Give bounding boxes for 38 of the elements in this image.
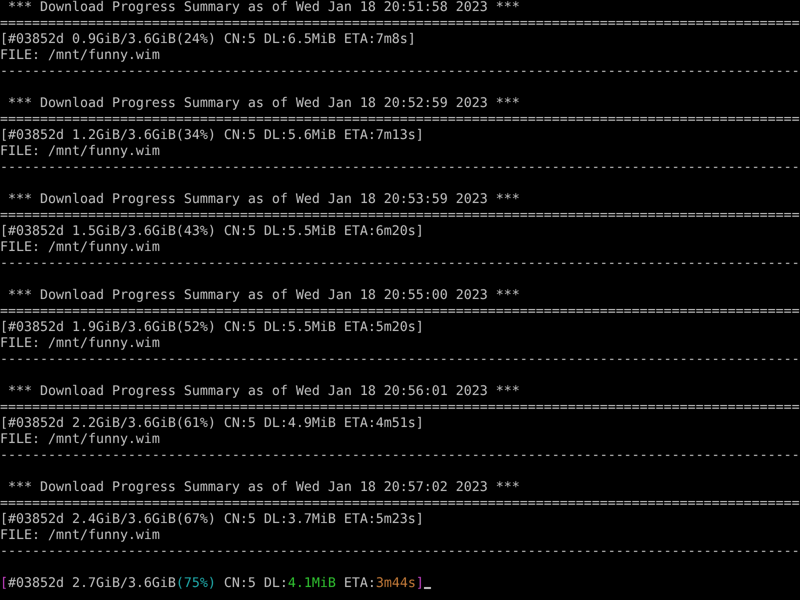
summary-heading: *** Download Progress Summary as of Wed Jan 18 20:53:59 2023 *** [6,192,520,208]
progress-status: [#03852d 0.9GiB/3.6GiB(24%) CN:5 DL:6.5MiB ETA:7m8s] [0,32,416,48]
separator-line: ==================================================================================================== [0,208,800,224]
separator-line: ---------------------------------------------------------------------------------------------------- [0,448,800,464]
progress-text: 3m44s [376,576,416,592]
separator-line: ---------------------------------------------------------------------------------------------------- [0,352,800,368]
progress-text: [ [0,576,8,592]
file-path: FILE: /mnt/funny.wim [0,240,160,256]
summary-heading: *** Download Progress Summary as of Wed Jan 18 20:57:02 2023 *** [6,480,520,496]
summary-heading: *** Download Progress Summary as of Wed Jan 18 20:56:01 2023 *** [6,384,520,400]
separator-line: ---------------------------------------------------------------------------------------------------- [0,256,800,272]
progress-status: [#03852d 1.5GiB/3.6GiB(43%) CN:5 DL:5.5MiB ETA:6m20s] [0,224,424,240]
progress-status: [#03852d 1.2GiB/3.6GiB(34%) CN:5 DL:5.6MiB ETA:7m13s] [0,128,424,144]
progress-text: CN:5 DL: [222,576,288,592]
progress-text: 4.1MiB [288,576,336,592]
summary-heading: *** Download Progress Summary as of Wed Jan 18 20:55:00 2023 *** [6,288,520,304]
separator-line: ==================================================================================================== [0,496,800,512]
separator-line: ---------------------------------------------------------------------------------------------------- [0,544,800,560]
summary-heading: *** Download Progress Summary as of Wed Jan 18 20:52:59 2023 *** [6,96,520,112]
file-path: FILE: /mnt/funny.wim [0,336,160,352]
progress-status: [#03852d 1.9GiB/3.6GiB(52%) CN:5 DL:5.5MiB ETA:5m20s] [0,320,424,336]
progress-text: ] [416,576,424,592]
separator-line: ==================================================================================================== [0,304,800,320]
separator-line: ==================================================================================================== [0,400,800,416]
file-path: FILE: /mnt/funny.wim [0,528,160,544]
separator-line: ---------------------------------------------------------------------------------------------------- [0,64,800,80]
file-path: FILE: /mnt/funny.wim [0,144,160,160]
separator-line: ---------------------------------------------------------------------------------------------------- [0,160,800,176]
file-path: FILE: /mnt/funny.wim [0,48,160,64]
progress-status: [#03852d 2.2GiB/3.6GiB(61%) CN:5 DL:4.9MiB ETA:4m51s] [0,416,424,432]
summary-heading: *** Download Progress Summary as of Wed Jan 18 20:51:58 2023 *** [6,0,520,16]
progress-text: #03852d 2.7GiB/3.6GiB [8,576,176,592]
file-path: FILE: /mnt/funny.wim [0,432,160,448]
progress-text: (75%) [176,576,216,592]
separator-line: ==================================================================================================== [0,112,800,128]
progress-text: ETA: [342,576,376,592]
progress-status: [#03852d 2.4GiB/3.6GiB(67%) CN:5 DL:3.7MiB ETA:5m23s] [0,512,424,528]
separator-line: ==================================================================================================== [0,16,800,32]
